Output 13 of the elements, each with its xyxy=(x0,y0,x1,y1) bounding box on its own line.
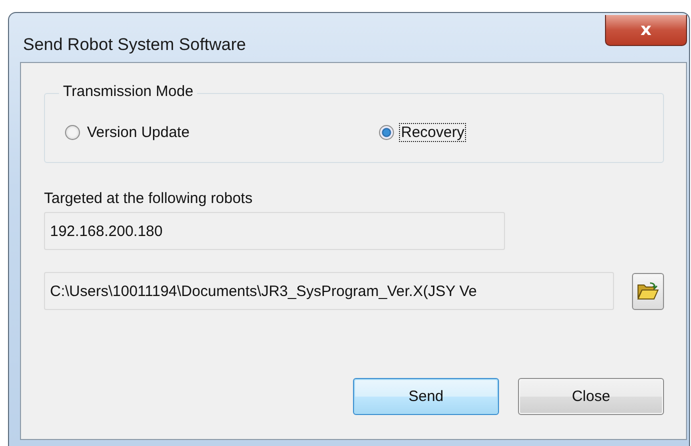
folder-icon xyxy=(637,281,659,301)
targets-field[interactable]: 192.168.200.180 xyxy=(44,212,505,250)
radio-label[interactable]: Recovery xyxy=(399,122,466,142)
window-title: Send Robot System Software xyxy=(23,35,246,55)
radio-label[interactable]: Version Update xyxy=(85,122,192,142)
targets-label: Targeted at the following robots xyxy=(44,190,254,207)
radio-button[interactable] xyxy=(379,124,394,140)
window-close-button[interactable]: x xyxy=(605,15,687,46)
file-path-field[interactable]: C:\Users\10011194\Documents\JR3_SysProgram_Ver.X(JSY Ve xyxy=(44,272,614,310)
browse-button[interactable] xyxy=(632,272,664,310)
dialog-button[interactable]: Send xyxy=(353,378,499,415)
dialog-button[interactable]: Close xyxy=(518,378,664,415)
radio-button[interactable] xyxy=(65,124,80,140)
